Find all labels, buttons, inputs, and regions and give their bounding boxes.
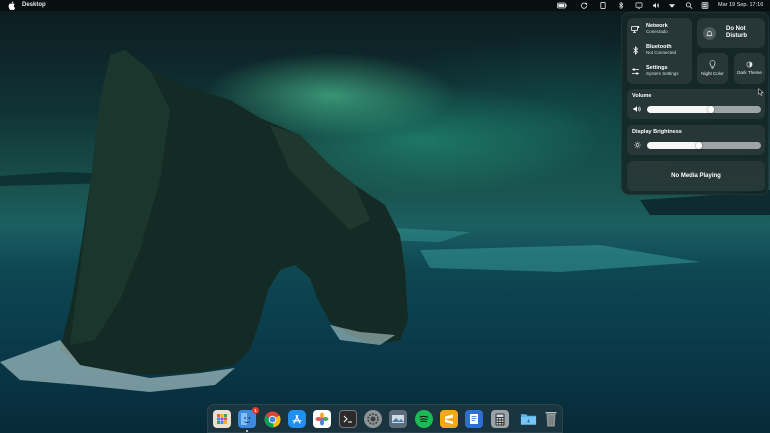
bell-icon bbox=[703, 26, 716, 40]
control-center-panel: Network Conectado Bluetooth Not Connecte… bbox=[621, 12, 769, 195]
dark-theme-label: Dark Theme bbox=[737, 70, 762, 76]
volume-title: Volume bbox=[632, 93, 652, 99]
media-status: No Media Playing bbox=[671, 173, 721, 179]
do-not-disturb-label: Do Not Disturb bbox=[726, 26, 747, 39]
bluetooth-toggle[interactable]: Bluetooth Not Connected bbox=[631, 42, 691, 58]
trash-icon bbox=[545, 412, 557, 427]
dock-trash[interactable] bbox=[542, 410, 560, 428]
gear-icon bbox=[367, 413, 379, 425]
launchpad-icon bbox=[217, 414, 227, 424]
volume-slider-track[interactable] bbox=[647, 106, 761, 113]
dock-launchpad[interactable] bbox=[213, 410, 231, 428]
dock-photos[interactable] bbox=[313, 410, 331, 428]
chrome-icon bbox=[263, 410, 281, 428]
sublime-text-icon bbox=[445, 414, 453, 424]
battery-icon[interactable] bbox=[557, 2, 567, 9]
photos-icon bbox=[315, 412, 329, 426]
finder-badge: 1 bbox=[252, 407, 259, 414]
terminal-icon bbox=[343, 415, 352, 423]
calculator-icon bbox=[495, 413, 505, 425]
dock-spotify[interactable] bbox=[415, 410, 433, 428]
active-app-name[interactable]: Desktop bbox=[22, 2, 46, 8]
network-toggle[interactable]: Network Conectado bbox=[631, 21, 691, 37]
settings-subtitle: System Settings bbox=[646, 70, 679, 76]
tablet-icon[interactable] bbox=[599, 2, 607, 9]
contrast-icon bbox=[746, 61, 753, 68]
display-icon[interactable] bbox=[635, 2, 643, 9]
brightness-control: Display Brightness bbox=[627, 125, 765, 155]
dock-finder[interactable]: 1 bbox=[238, 407, 259, 428]
dock-sublime-text[interactable] bbox=[440, 410, 458, 428]
dock-text-editor[interactable] bbox=[465, 410, 483, 428]
app-store-icon bbox=[292, 414, 302, 424]
spotify-icon bbox=[419, 415, 429, 423]
dock-terminal[interactable] bbox=[339, 410, 357, 428]
search-icon[interactable] bbox=[685, 2, 693, 9]
connectivity-group: Network Conectado Bluetooth Not Connecte… bbox=[627, 18, 692, 84]
finder-icon bbox=[241, 413, 251, 425]
volume-slider-fill bbox=[647, 106, 711, 113]
bluetooth-icon[interactable] bbox=[617, 2, 625, 9]
wifi-icon[interactable] bbox=[668, 2, 676, 9]
bluetooth-icon bbox=[631, 45, 640, 55]
night-color-toggle[interactable]: Night Color bbox=[697, 53, 728, 84]
settings-sliders-icon bbox=[631, 67, 640, 76]
settings-shortcut[interactable]: Settings System Settings bbox=[631, 63, 691, 79]
volume-slider-knob[interactable] bbox=[707, 106, 714, 113]
speaker-icon[interactable] bbox=[633, 105, 642, 113]
dock: 1 bbox=[207, 404, 563, 433]
dock-downloads-folder[interactable] bbox=[519, 410, 537, 428]
folder-icon bbox=[520, 414, 536, 425]
bluetooth-status: Not Connected bbox=[646, 49, 677, 55]
dock-preview[interactable] bbox=[389, 410, 407, 428]
brightness-slider-track[interactable] bbox=[647, 142, 761, 149]
network-status: Conectado bbox=[646, 28, 668, 34]
finder-running-indicator bbox=[246, 430, 248, 432]
night-color-label: Night Color bbox=[701, 71, 724, 77]
apple-logo-icon[interactable] bbox=[8, 1, 16, 10]
volume-icon[interactable] bbox=[652, 2, 660, 9]
dock-calculator[interactable] bbox=[491, 410, 509, 428]
volume-control: Volume bbox=[627, 89, 765, 119]
dark-theme-toggle[interactable]: Dark Theme bbox=[734, 53, 765, 84]
dock-app-store[interactable] bbox=[288, 410, 306, 428]
menu-bar-clock[interactable]: Mar 19 Sep. 17:16 bbox=[718, 2, 763, 8]
control-center-icon[interactable] bbox=[701, 2, 709, 9]
dock-chrome[interactable] bbox=[263, 410, 281, 428]
lightbulb-icon bbox=[709, 60, 716, 69]
menu-bar: Desktop Mar 19 Sep. 17:16 bbox=[0, 0, 770, 11]
brightness-slider-fill bbox=[647, 142, 700, 149]
network-icon bbox=[631, 25, 640, 34]
sun-icon[interactable] bbox=[633, 141, 642, 149]
text-editor-icon bbox=[470, 414, 478, 424]
brightness-title: Display Brightness bbox=[632, 129, 682, 135]
media-player-widget[interactable]: No Media Playing bbox=[627, 161, 765, 191]
preview-icon bbox=[392, 415, 404, 423]
do-not-disturb-toggle[interactable]: Do Not Disturb bbox=[697, 18, 765, 48]
mouse-cursor-icon bbox=[758, 88, 764, 96]
refresh-icon[interactable] bbox=[580, 2, 588, 9]
dock-system-preferences[interactable] bbox=[364, 410, 382, 428]
